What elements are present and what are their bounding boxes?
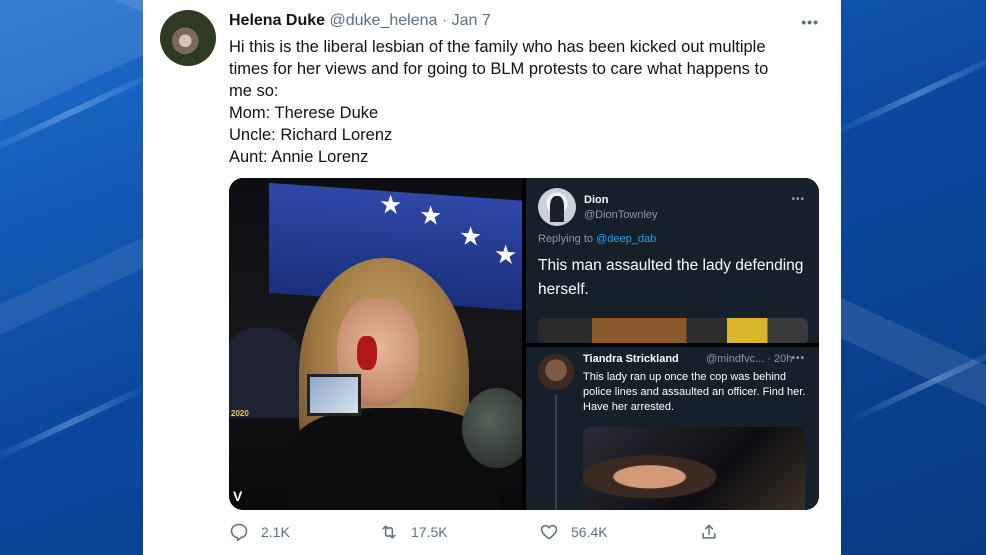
replying-to-handle: @deep_dab [596, 233, 657, 245]
retweet-button[interactable]: 17.5K [379, 522, 448, 542]
hat-text: 2020 [231, 409, 249, 418]
tweet-text-line: me so: [229, 82, 279, 100]
screenshot-text: This lady ran up once the cop was behind… [583, 371, 806, 413]
replying-to-label: Replying to [538, 233, 594, 245]
tweet-text-line: Aunt: Annie Lorenz [229, 148, 369, 166]
screenshot-tweet-top[interactable]: Dion @DionTownley ••• Replying to @deep_… [526, 178, 819, 343]
reply-button[interactable]: 2.1K [229, 522, 290, 542]
retweet-count: 17.5K [411, 524, 448, 540]
screenshot-author-handle: @mindfvc... · 20h [706, 353, 793, 365]
like-button[interactable]: 56.4K [539, 522, 608, 542]
screenshot-author-handle: @DionTownley [584, 209, 658, 221]
screenshot-text: This man assaulted the lady defending he… [538, 257, 804, 298]
screenshot-author-name: Dion [584, 194, 609, 206]
photo-badge: V [233, 488, 243, 504]
hat-image [229, 328, 303, 418]
tweet-text-line: Uncle: Richard Lorenz [229, 126, 393, 144]
reply-count: 2.1K [261, 524, 290, 540]
avatar[interactable] [160, 10, 216, 66]
more-horizontal-icon[interactable]: ••• [801, 14, 819, 30]
tweet-media[interactable]: ★ ★ ★ ★ 2020 V Dion @DionTownley ••• Rep… [229, 178, 819, 510]
background-streak [828, 48, 986, 138]
screenshot-replying-to: Replying to @deep_dab [538, 233, 656, 245]
screenshot-avatar [538, 188, 576, 226]
share-button[interactable] [699, 522, 731, 542]
screenshot-photo [583, 427, 805, 510]
tweet-actions: 2.1K 17.5K 56.4K [229, 522, 819, 546]
screenshot-media-strip [538, 318, 808, 343]
retweet-icon [382, 525, 396, 539]
heart-icon [540, 524, 558, 540]
tweet-card[interactable]: Helena Duke @duke_helena · Jan 7 ••• Hi … [143, 0, 841, 555]
blood-image [357, 336, 377, 370]
screenshot-more-icon: ••• [791, 194, 805, 205]
tweet-header: Helena Duke @duke_helena · Jan 7 [229, 12, 491, 30]
tweet-text: Hi this is the liberal lesbian of the fa… [229, 36, 819, 168]
phone-image [307, 374, 361, 416]
separator: · [441, 12, 448, 29]
author-name[interactable]: Helena Duke [229, 12, 325, 29]
screenshot-tweet-bottom[interactable]: Tiandra Strickland @mindfvc... · 20h •••… [526, 347, 819, 510]
tweet-text-line: Mom: Therese Duke [229, 104, 379, 122]
author-handle[interactable]: @duke_helena [330, 12, 438, 29]
tweet-date[interactable]: Jan 7 [452, 12, 491, 29]
screenshot-avatar [538, 354, 574, 390]
thread-line [555, 395, 557, 510]
protest-photo[interactable]: ★ ★ ★ ★ 2020 V [229, 178, 522, 510]
like-count: 56.4K [571, 524, 608, 540]
screenshot-more-icon: ••• [791, 353, 805, 364]
share-icon [702, 524, 716, 539]
screenshot-author-name: Tiandra Strickland [583, 353, 679, 365]
tweet-text-line: Hi this is the liberal lesbian of the fa… [229, 38, 766, 56]
background-streak [847, 342, 986, 424]
reply-icon [230, 523, 248, 542]
tweet-text-line: times for her views and for going to BLM… [229, 60, 769, 78]
background-streak [0, 382, 153, 464]
